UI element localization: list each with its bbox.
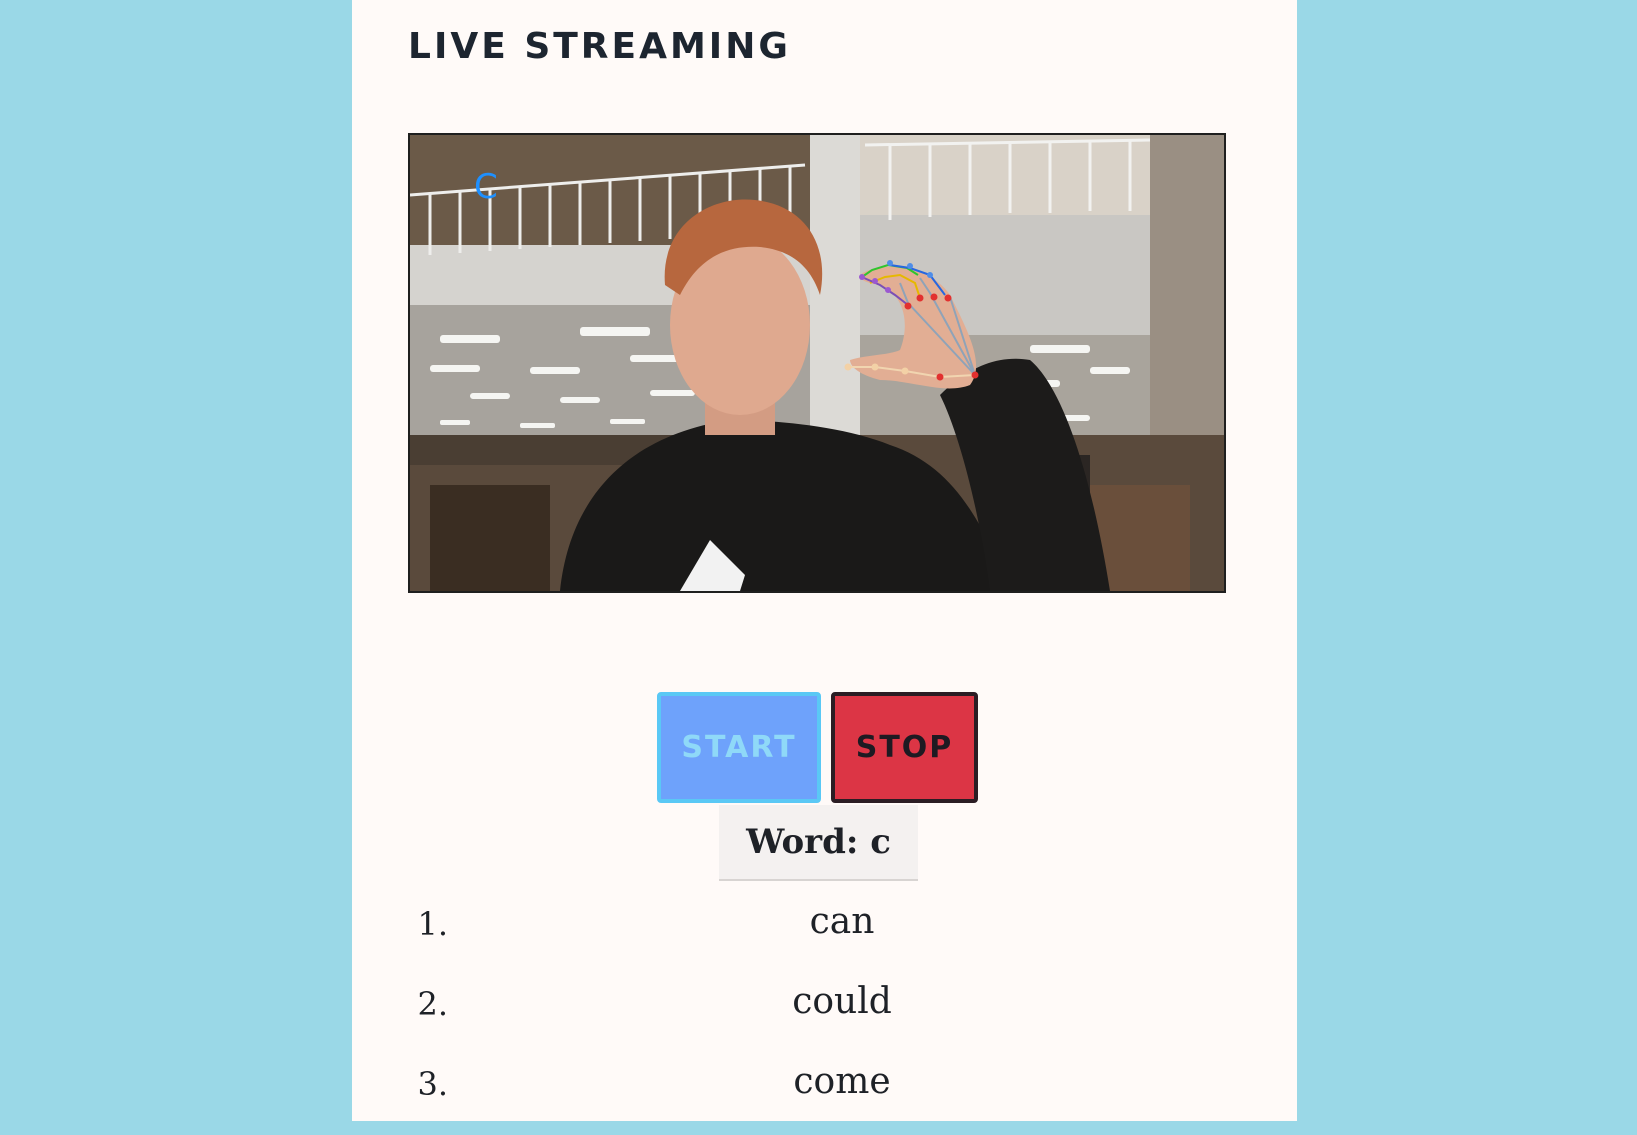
list-item-word: come — [793, 1061, 891, 1102]
list-item-word: could — [792, 981, 892, 1022]
list-item[interactable]: 1. can — [408, 895, 1226, 975]
list-item-word: can — [809, 901, 875, 942]
camera-feed-image: C — [410, 135, 1224, 591]
list-item[interactable]: 3. come — [408, 1055, 1226, 1135]
detected-letter-label: C — [474, 167, 498, 207]
stream-controls: START STOP — [657, 692, 978, 803]
page-title: LIVE STREAMING — [408, 26, 791, 67]
start-button[interactable]: START — [657, 692, 821, 803]
current-word: Word: c — [719, 805, 918, 881]
video-stream: C — [408, 133, 1226, 593]
stop-button[interactable]: STOP — [831, 692, 978, 803]
list-item[interactable]: 2. could — [408, 975, 1226, 1055]
main-panel: LIVE STREAMING C START STOP Word: c 1. c… — [352, 0, 1297, 1121]
word-suggestions-list: 1. can 2. could 3. come — [408, 895, 1226, 1135]
